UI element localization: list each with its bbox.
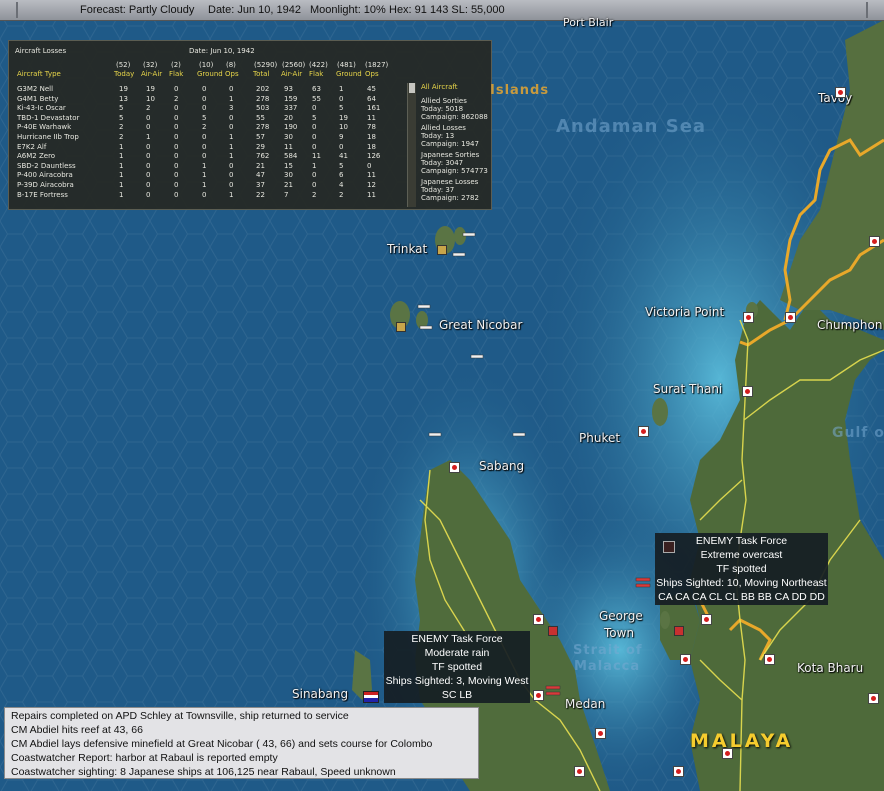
enemy-task-force-box[interactable]: ENEMY Task Force Moderate rain TF spotte…	[384, 631, 530, 703]
ship-icon	[417, 304, 431, 309]
tf-status: TF spotted	[431, 661, 483, 673]
enemy-task-force-box[interactable]: ENEMY Task Force Extreme overcast TF spo…	[655, 533, 828, 605]
message-line: Repairs completed on APD Schley at Towns…	[11, 710, 349, 722]
message-line: Coastwatcher Report: harbor at Rabaul is…	[11, 752, 278, 764]
enemy-ship-icon	[545, 691, 561, 696]
tf-sighted: Ships Sighted: 3, Moving West	[385, 675, 529, 687]
ship-icon	[428, 432, 442, 437]
enemy-ship-icon	[635, 577, 651, 582]
enemy-ship-icon	[635, 583, 651, 588]
ship-icon	[470, 354, 484, 359]
tf-title: ENEMY Task Force	[695, 535, 788, 547]
ship-icon	[462, 232, 476, 237]
message-log[interactable]: Repairs completed on APD Schley at Towns…	[4, 707, 479, 779]
tf-title: ENEMY Task Force	[411, 633, 503, 645]
message-line: Coastwatcher sighting: 8 Japanese ships …	[11, 766, 396, 778]
tf-ships: SC LB	[441, 689, 473, 701]
message-line: CM Abdiel lays defensive minefield at Gr…	[11, 738, 433, 750]
task-force-flag-icon	[663, 541, 675, 553]
enemy-ship-icon	[545, 685, 561, 690]
ship-icon	[419, 325, 433, 330]
ship-icon	[512, 432, 526, 437]
tf-status: TF spotted	[716, 563, 767, 575]
tf-ships: CA CA CA CL CL BB BB CA DD DD	[658, 591, 825, 603]
message-line: CM Abdiel hits reef at 43, 66	[11, 724, 143, 736]
ship-icon	[452, 252, 466, 257]
tf-weather: Moderate rain	[424, 647, 490, 659]
tf-weather: Extreme overcast	[700, 549, 783, 561]
tf-sighted: Ships Sighted: 10, Moving Northeast	[656, 577, 827, 589]
